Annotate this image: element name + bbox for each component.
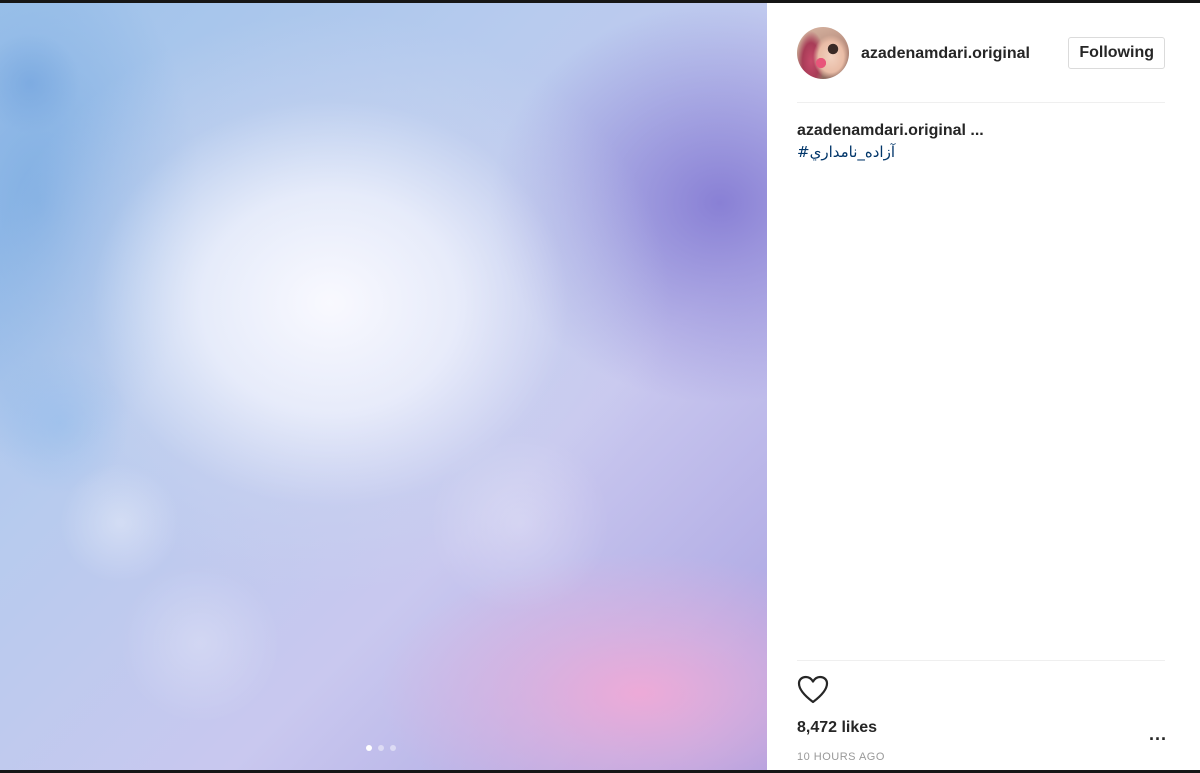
photo-texture [0,3,767,770]
carousel-indicator [366,745,396,751]
caption-ellipsis: ... [970,122,984,139]
carousel-dot [390,745,396,751]
following-button[interactable]: Following [1068,37,1165,69]
caption-hashtag[interactable]: #آزاده_نامداري [797,141,1165,163]
likes-count[interactable]: 8,472 likes [797,719,877,737]
heart-icon[interactable] [797,675,829,705]
post-timestamp[interactable]: 10 HOURS AGO [797,751,885,763]
caption-line: azadenamdari.original ... [797,121,1165,141]
divider [797,660,1165,661]
carousel-dot [378,745,384,751]
post-caption: azadenamdari.original ... #آزاده_نامداري [797,121,1165,163]
author-username[interactable]: azadenamdari.original [861,45,1030,63]
more-options-icon[interactable]: ... [1149,725,1167,743]
post-photo[interactable] [0,3,767,770]
post-details-panel: azadenamdari.original Following azadenam… [767,3,1200,770]
avatar[interactable] [797,27,849,79]
heart-icon-svg [797,675,829,704]
post-header: azadenamdari.original Following [797,3,1165,103]
carousel-dot-active [366,745,372,751]
post-modal: azadenamdari.original Following azadenam… [0,0,1200,773]
caption-username[interactable]: azadenamdari.original [797,122,966,139]
